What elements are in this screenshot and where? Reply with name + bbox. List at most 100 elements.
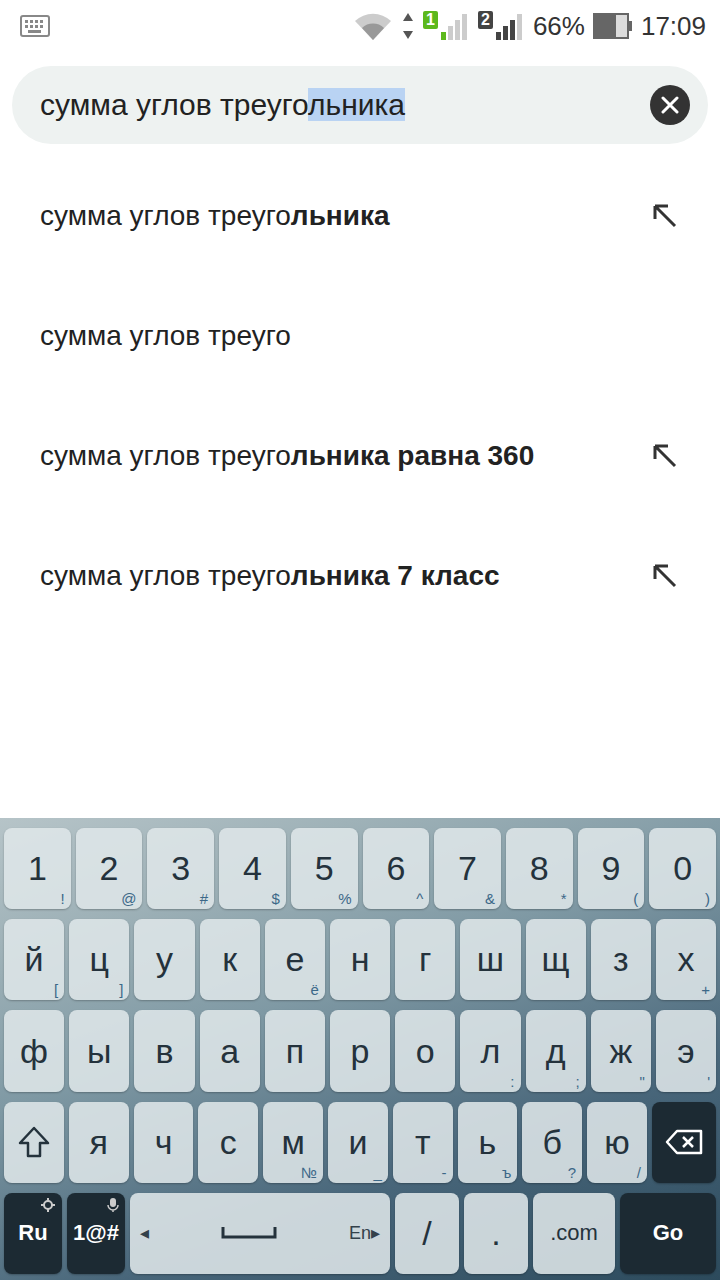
signal-icon — [440, 11, 470, 41]
suggestion-row[interactable]: сумма углов треугольника — [0, 156, 720, 276]
key[interactable]: 5% — [291, 828, 358, 909]
keyboard-icon — [20, 15, 50, 37]
key-label: н — [351, 940, 370, 979]
key[interactable]: о — [395, 1010, 455, 1091]
key-hint: # — [200, 890, 208, 907]
key[interactable]: 2@ — [76, 828, 143, 909]
key-label: ж — [609, 1032, 632, 1071]
key[interactable]: 8* — [506, 828, 573, 909]
clear-button[interactable] — [650, 85, 690, 125]
key-hint: ; — [576, 1073, 580, 1090]
key[interactable]: к — [200, 919, 260, 1000]
key[interactable]: её — [265, 919, 325, 1000]
key[interactable]: л: — [460, 1010, 520, 1091]
suggestion-row[interactable]: сумма углов треугольника 7 класс — [0, 516, 720, 636]
fill-arrow-icon[interactable] — [650, 441, 680, 471]
completion-text: льника — [308, 88, 405, 121]
fill-arrow-icon[interactable] — [650, 201, 680, 231]
key-label: т — [415, 1123, 431, 1162]
key-hint: ) — [705, 890, 710, 907]
key[interactable]: Go — [620, 1193, 716, 1274]
cursor-left: ◂ — [140, 1222, 149, 1244]
key-hint: " — [640, 1073, 645, 1090]
key[interactable]: 1@# — [67, 1193, 125, 1274]
key[interactable]: р — [330, 1010, 390, 1091]
key-label: е — [285, 940, 304, 979]
key[interactable]: ш — [460, 919, 520, 1000]
sim-badge: 2 — [478, 11, 493, 29]
key-label: д — [546, 1032, 566, 1071]
keyboard-row: ячс м№и_т-ьъб?ю/ — [4, 1102, 716, 1183]
key[interactable]: б? — [522, 1102, 582, 1183]
key[interactable]: 1! — [4, 828, 71, 909]
key[interactable]: ч — [134, 1102, 194, 1183]
key[interactable]: 6^ — [363, 828, 430, 909]
key[interactable]: г — [395, 919, 455, 1000]
key[interactable]: й[ — [4, 919, 64, 1000]
key[interactable]: у — [134, 919, 194, 1000]
key[interactable]: ф — [4, 1010, 64, 1091]
key-label: й — [25, 940, 44, 979]
key[interactable]: в — [134, 1010, 194, 1091]
shift-key[interactable] — [4, 1102, 64, 1183]
key-label: 1 — [28, 849, 47, 888]
key[interactable]: т- — [393, 1102, 453, 1183]
key[interactable]: э' — [656, 1010, 716, 1091]
key-label: 2 — [100, 849, 119, 888]
key[interactable]: м№ — [263, 1102, 323, 1183]
backspace-key[interactable] — [652, 1102, 716, 1183]
fill-arrow-icon[interactable] — [650, 561, 680, 591]
suggestion-row[interactable]: сумма углов треугольника равна 360 — [0, 396, 720, 516]
key[interactable]: а — [200, 1010, 260, 1091]
key-hint: ^ — [416, 890, 423, 907]
key[interactable]: ьъ — [458, 1102, 518, 1183]
key-label: 0 — [673, 849, 692, 888]
key[interactable]: . — [464, 1193, 528, 1274]
keyboard-row: фывапрол:д;ж"э' — [4, 1010, 716, 1091]
key[interactable]: ж" — [591, 1010, 651, 1091]
key[interactable]: ц] — [69, 919, 129, 1000]
key-label: у — [156, 940, 173, 979]
key[interactable]: я — [69, 1102, 129, 1183]
key[interactable]: 7& — [434, 828, 501, 909]
key[interactable]: Ru — [4, 1193, 62, 1274]
key-label: и — [348, 1123, 367, 1162]
key[interactable]: / — [395, 1193, 459, 1274]
space-key[interactable]: ◂En▸ — [130, 1193, 390, 1274]
key[interactable]: щ — [526, 919, 586, 1000]
suggestion-row[interactable]: сумма углов треуго — [0, 276, 720, 396]
key-hint: ' — [707, 1073, 710, 1090]
typed-text: сумма углов треуго — [40, 88, 308, 121]
key[interactable]: 3# — [147, 828, 214, 909]
key-label: 4 — [243, 849, 262, 888]
key[interactable]: и_ — [328, 1102, 388, 1183]
key[interactable]: з — [591, 919, 651, 1000]
key[interactable]: 9( — [578, 828, 645, 909]
suggestion-text: сумма углов треугольника — [40, 200, 638, 232]
keyboard-row: 1!2@3#4$5%6^7&8*9(0) — [4, 828, 716, 909]
key-label: ю — [604, 1123, 630, 1162]
suggestion-text: сумма углов треугольника 7 класс — [40, 560, 638, 592]
key[interactable]: ы — [69, 1010, 129, 1091]
key[interactable]: 4$ — [219, 828, 286, 909]
close-icon[interactable] — [661, 96, 679, 114]
key[interactable]: н — [330, 919, 390, 1000]
wifi-icon — [353, 11, 393, 41]
key-label: 9 — [602, 849, 621, 888]
key-label: ш — [477, 940, 504, 979]
key-label: .com — [550, 1220, 598, 1246]
key-label: с — [220, 1123, 237, 1162]
search-field[interactable]: сумма углов треугольника — [12, 66, 708, 144]
key[interactable]: ю/ — [587, 1102, 647, 1183]
key[interactable]: д; — [526, 1010, 586, 1091]
key[interactable]: х+ — [656, 919, 716, 1000]
key-hint: ( — [633, 890, 638, 907]
key[interactable]: .com — [533, 1193, 615, 1274]
key-label: к — [222, 940, 237, 979]
key[interactable]: п — [265, 1010, 325, 1091]
key[interactable]: с — [198, 1102, 258, 1183]
suggestion-plain: сумма углов треуго — [40, 320, 291, 351]
search-input[interactable]: сумма углов треугольника — [40, 88, 640, 122]
key[interactable]: 0) — [649, 828, 716, 909]
key-hint: [ — [54, 981, 58, 998]
